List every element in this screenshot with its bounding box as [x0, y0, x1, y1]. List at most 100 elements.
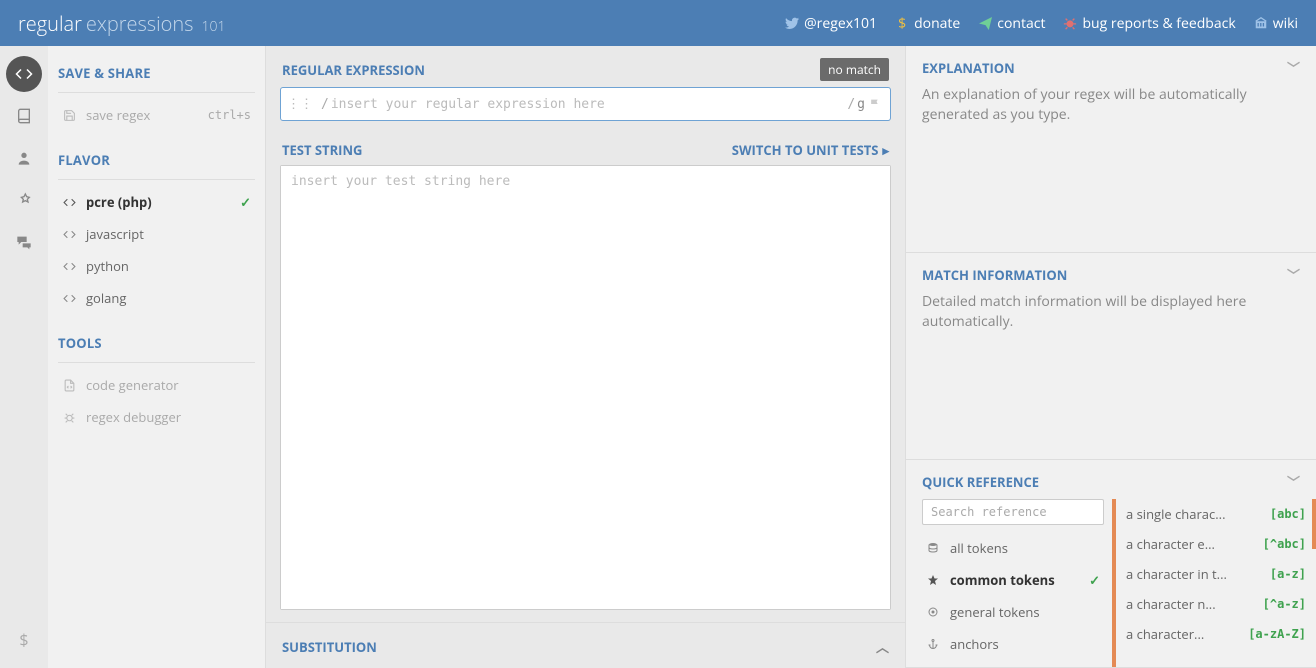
- send-icon: [978, 16, 992, 30]
- tok-code: [^abc]: [1263, 537, 1306, 551]
- substitution-header[interactable]: SUBSTITUTION ︿: [266, 622, 905, 668]
- explanation-header[interactable]: EXPLANATION ﹀: [906, 46, 1316, 85]
- qr-cat-common[interactable]: common tokens ✓: [922, 565, 1104, 595]
- sidebar: SAVE & SHARE save regex ctrl+s FLAVOR pc…: [48, 46, 266, 668]
- flags-text[interactable]: g: [857, 97, 869, 112]
- regex-debugger-item[interactable]: regex debugger: [58, 401, 255, 433]
- regex-title: REGULAR EXPRESSION: [282, 61, 425, 79]
- quick-ref-search-input[interactable]: [922, 499, 1104, 525]
- match-info-panel: MATCH INFORMATION ﹀ Detailed match infor…: [906, 253, 1316, 460]
- target-icon: [926, 605, 940, 619]
- quick-ref-categories: all tokens common tokens ✓ general token…: [922, 499, 1112, 667]
- switch-unit-tests[interactable]: SWITCH TO UNIT TESTS ▸: [732, 141, 889, 159]
- tok-code: [a-z]: [1270, 567, 1306, 581]
- substitution-title: SUBSTITUTION: [282, 638, 377, 656]
- quick-ref-tokens[interactable]: a single charac... [abc] a character e...…: [1112, 499, 1316, 667]
- save-share-header: SAVE & SHARE: [58, 60, 255, 90]
- test-string-area: [280, 165, 891, 610]
- qr-token-item[interactable]: a single charac... [abc]: [1116, 499, 1316, 529]
- tok-desc: a character in t...: [1126, 565, 1262, 583]
- cat-label: common tokens: [950, 571, 1055, 589]
- explanation-title: EXPLANATION: [922, 59, 1015, 77]
- drag-handle-icon[interactable]: ⋮⋮: [281, 97, 319, 112]
- test-header: TEST STRING SWITCH TO UNIT TESTS ▸: [266, 129, 905, 165]
- qr-token-item[interactable]: a character... [a-zA-Z]: [1116, 619, 1316, 649]
- regex-input[interactable]: [331, 97, 846, 112]
- flag-icon[interactable]: [869, 98, 890, 111]
- twitter-link[interactable]: @regex101: [785, 14, 877, 33]
- flavor-javascript[interactable]: javascript: [58, 218, 255, 250]
- code-generator-item[interactable]: code generator: [58, 369, 255, 401]
- icon-column: $: [0, 46, 48, 668]
- top-header: regularexpressions 101 @regex101 $donate…: [0, 0, 1316, 46]
- center-column: REGULAR EXPRESSION no match ⋮⋮ / / g TES…: [266, 46, 906, 668]
- chevron-down-icon: ﹀: [1287, 265, 1300, 284]
- save-regex-label: save regex: [86, 106, 150, 124]
- qr-token-item[interactable]: a character in t... [a-z]: [1116, 559, 1316, 589]
- qr-cat-all[interactable]: all tokens: [922, 533, 1104, 563]
- nav-chat[interactable]: [6, 224, 42, 260]
- qr-cat-general[interactable]: general tokens: [922, 597, 1104, 627]
- bug-icon: [62, 410, 76, 424]
- divider: [58, 179, 255, 180]
- qr-cat-anchors[interactable]: anchors: [922, 629, 1104, 659]
- code-icon: [62, 291, 76, 305]
- tok-desc: a character n...: [1126, 595, 1255, 613]
- qr-token-item[interactable]: a character e... [^abc]: [1116, 529, 1316, 559]
- explanation-panel: EXPLANATION ﹀ An explanation of your reg…: [906, 46, 1316, 253]
- tools-header: TOOLS: [58, 330, 255, 360]
- dollar-icon: $: [895, 16, 909, 30]
- code-gen-label: code generator: [86, 376, 179, 394]
- code-icon: [62, 195, 76, 209]
- bug-icon: [1063, 16, 1077, 30]
- flavor-label: python: [86, 257, 129, 275]
- code-icon: [62, 227, 76, 241]
- logo[interactable]: regularexpressions 101: [18, 10, 225, 37]
- no-match-badge: no match: [820, 58, 889, 81]
- quick-ref-title: QUICK REFERENCE: [922, 473, 1039, 491]
- nav-editor[interactable]: [6, 56, 42, 92]
- flavor-pcre[interactable]: pcre (php) ✓: [58, 186, 255, 218]
- tok-code: [abc]: [1270, 507, 1306, 521]
- cat-label: all tokens: [950, 539, 1008, 557]
- contact-link[interactable]: contact: [978, 14, 1045, 33]
- tok-desc: a character e...: [1126, 535, 1255, 553]
- qr-token-item[interactable]: a character n... [^a-z]: [1116, 589, 1316, 619]
- flavor-golang[interactable]: golang: [58, 282, 255, 314]
- wiki-link[interactable]: wiki: [1254, 14, 1298, 33]
- chevron-down-icon: ﹀: [1287, 472, 1300, 491]
- file-code-icon: [62, 378, 76, 392]
- code-icon: [62, 259, 76, 273]
- delim-open: /: [319, 97, 331, 112]
- cat-label: anchors: [950, 635, 999, 653]
- test-string-input[interactable]: [281, 166, 890, 609]
- donate-link[interactable]: $donate: [895, 14, 960, 33]
- twitter-icon: [785, 16, 799, 30]
- tok-desc: a character...: [1126, 625, 1240, 643]
- flavor-python[interactable]: python: [58, 250, 255, 282]
- quick-ref-body: all tokens common tokens ✓ general token…: [906, 499, 1316, 667]
- divider: [58, 362, 255, 363]
- logo-expressions: expressions: [86, 10, 194, 37]
- main-area: $ SAVE & SHARE save regex ctrl+s FLAVOR …: [0, 46, 1316, 668]
- nav-settings[interactable]: [6, 182, 42, 218]
- match-info-header[interactable]: MATCH INFORMATION ﹀: [906, 253, 1316, 292]
- explanation-body: An explanation of your regex will be aut…: [906, 85, 1316, 252]
- tok-desc: a single charac...: [1126, 505, 1262, 523]
- nav-account[interactable]: [6, 140, 42, 176]
- debugger-label: regex debugger: [86, 408, 181, 426]
- tok-code: [^a-z]: [1263, 597, 1306, 611]
- bug-link[interactable]: bug reports & feedback: [1063, 14, 1235, 33]
- anchor-icon: [926, 637, 940, 651]
- quick-ref-header[interactable]: QUICK REFERENCE ﹀: [906, 460, 1316, 499]
- test-title: TEST STRING: [282, 141, 362, 159]
- save-kbd: ctrl+s: [208, 108, 251, 122]
- database-icon: [926, 541, 940, 555]
- nav-sponsor[interactable]: $: [6, 622, 42, 658]
- logo-101: 101: [202, 17, 226, 36]
- tok-code: [a-zA-Z]: [1248, 627, 1306, 641]
- quick-ref-panel: QUICK REFERENCE ﹀ all tokens common toke…: [906, 460, 1316, 668]
- nav-library[interactable]: [6, 98, 42, 134]
- star-icon: [926, 573, 940, 587]
- save-regex-item[interactable]: save regex ctrl+s: [58, 99, 255, 131]
